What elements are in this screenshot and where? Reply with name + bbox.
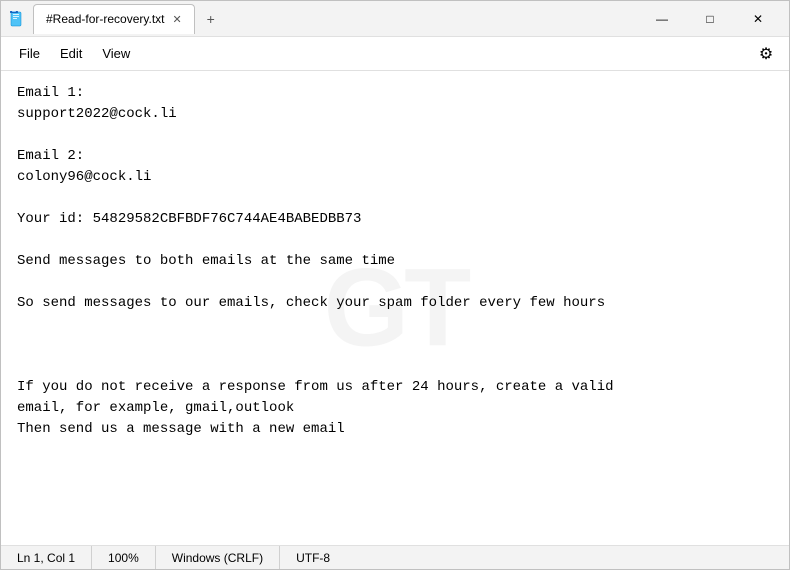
tab-title: #Read-for-recovery.txt [46,12,164,26]
menu-edit[interactable]: Edit [50,42,92,65]
text-line [17,230,773,251]
text-line: Send messages to both emails at the same… [17,251,773,272]
menu-file[interactable]: File [9,42,50,65]
title-bar: #Read-for-recovery.txt ✕ + — □ ✕ [1,1,789,37]
text-line: If you do not receive a response from us… [17,377,773,398]
encoding: UTF-8 [280,546,346,569]
text-line [17,314,773,335]
text-line [17,335,773,356]
status-bar: Ln 1, Col 1 100% Windows (CRLF) UTF-8 [1,545,789,569]
text-editor-area[interactable]: GT Email 1:support2022@cock.li Email 2:c… [1,71,789,545]
text-line: Email 2: [17,146,773,167]
tab-area: #Read-for-recovery.txt ✕ + [33,4,639,34]
active-tab[interactable]: #Read-for-recovery.txt ✕ [33,4,195,34]
menu-view[interactable]: View [92,42,140,65]
window-controls: — □ ✕ [639,3,781,35]
tab-close-button[interactable]: ✕ [172,13,181,26]
cursor-position: Ln 1, Col 1 [1,546,92,569]
text-line: Then send us a message with a new email [17,419,773,440]
maximize-button[interactable]: □ [687,3,733,35]
settings-gear-button[interactable]: ⚙ [751,39,781,69]
text-line: colony96@cock.li [17,167,773,188]
text-line [17,272,773,293]
text-line: Email 1: [17,83,773,104]
minimize-button[interactable]: — [639,3,685,35]
text-line [17,356,773,377]
text-line [17,188,773,209]
text-line: email, for example, gmail,outlook [17,398,773,419]
close-button[interactable]: ✕ [735,3,781,35]
zoom-level: 100% [92,546,156,569]
text-line [17,125,773,146]
notepad-window: #Read-for-recovery.txt ✕ + — □ ✕ File Ed… [0,0,790,570]
text-line: support2022@cock.li [17,104,773,125]
line-ending: Windows (CRLF) [156,546,280,569]
gear-icon: ⚙ [759,44,773,64]
menu-bar: File Edit View ⚙ [1,37,789,71]
text-line: So send messages to our emails, check yo… [17,293,773,314]
notepad-icon [9,11,25,27]
text-line: Your id: 54829582CBFBDF76C744AE4BABEDBB7… [17,209,773,230]
new-tab-button[interactable]: + [197,5,225,33]
text-content: Email 1:support2022@cock.li Email 2:colo… [17,83,773,440]
